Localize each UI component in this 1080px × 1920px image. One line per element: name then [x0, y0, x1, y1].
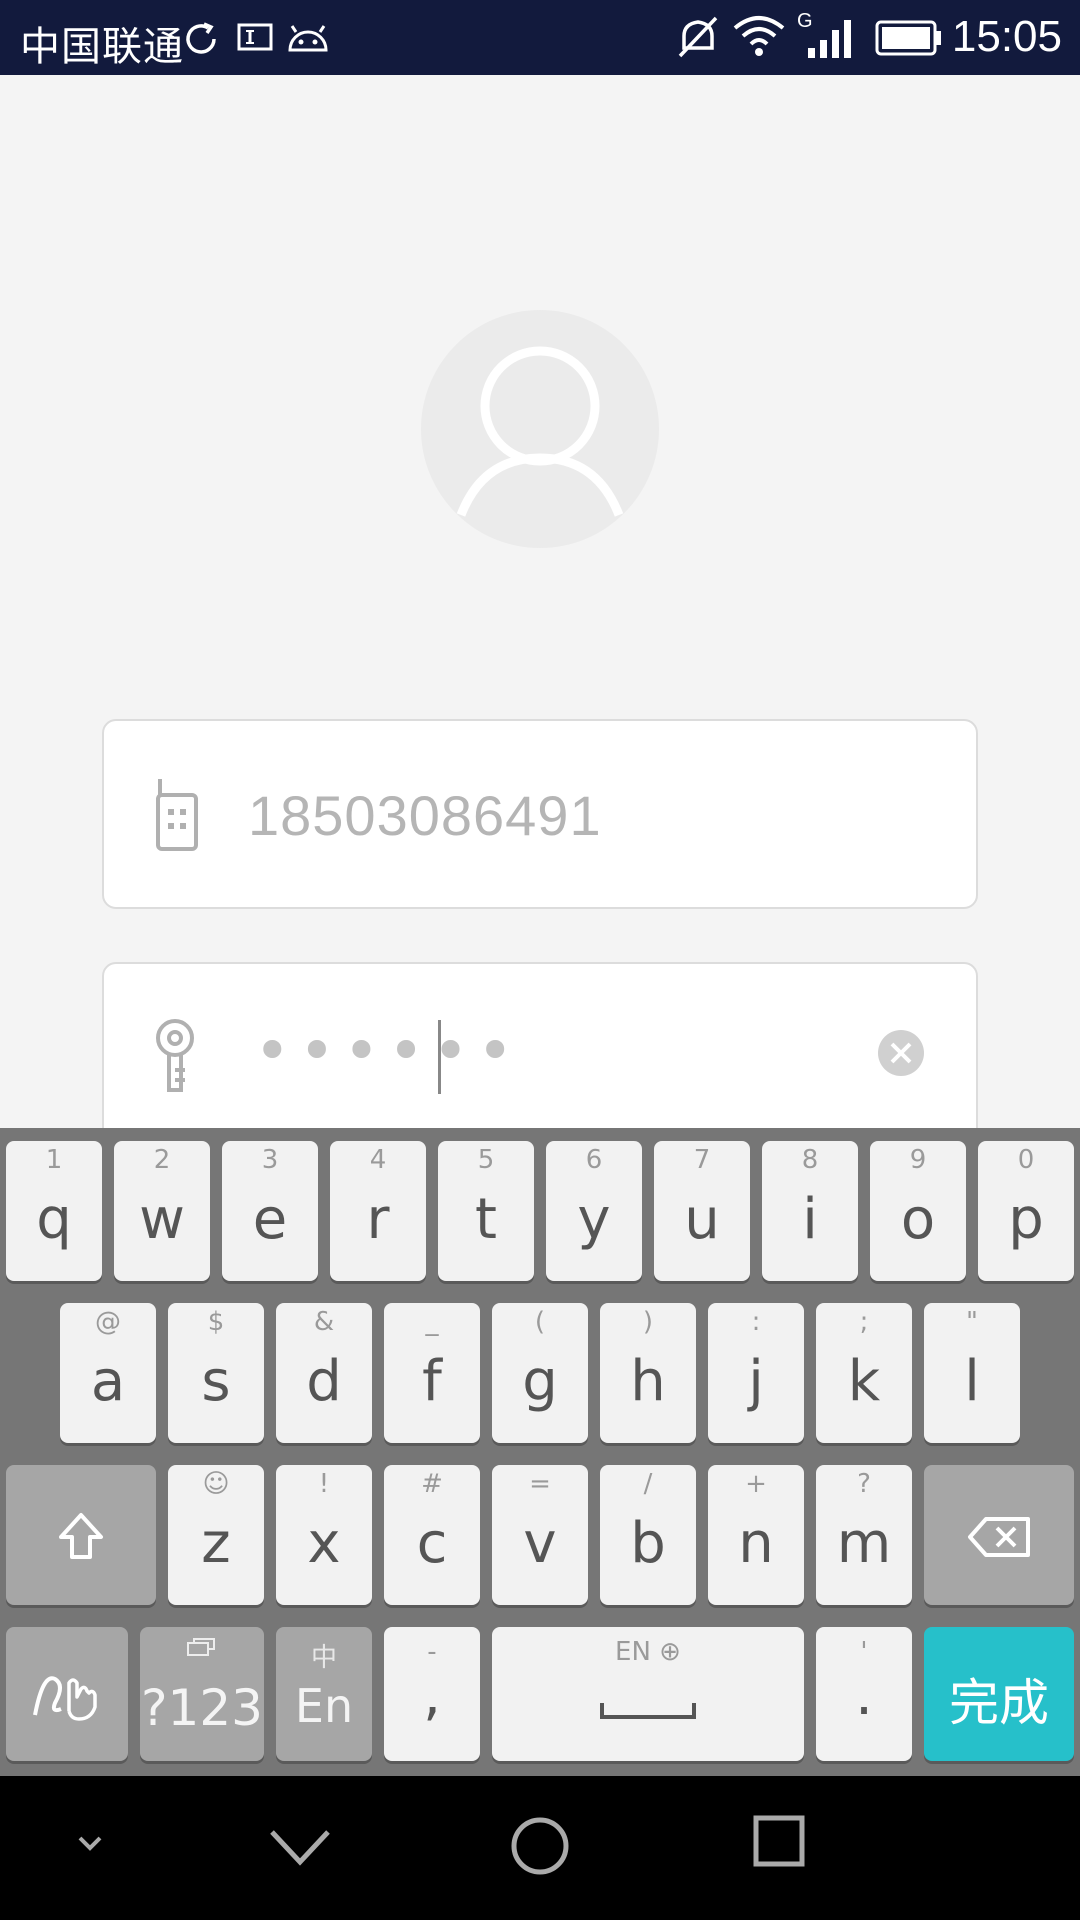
clear-icon [890, 1042, 912, 1064]
home-icon[interactable] [508, 1814, 572, 1878]
phone-icon [156, 779, 198, 851]
key-b[interactable]: / b [600, 1465, 696, 1605]
key-t[interactable]: 5t [438, 1141, 534, 1281]
key-q[interactable]: 1q [6, 1141, 102, 1281]
backspace-key[interactable] [924, 1465, 1074, 1605]
key-n[interactable]: + n [708, 1465, 804, 1605]
key-k[interactable]: ; k [816, 1303, 912, 1443]
key-m[interactable]: ? m [816, 1465, 912, 1605]
phone-input[interactable]: 18503086491 [248, 783, 602, 848]
key-f[interactable]: _ f [384, 1303, 480, 1443]
clear-button[interactable] [878, 1030, 924, 1076]
avatar[interactable] [421, 310, 659, 548]
key-x[interactable]: ! x [276, 1465, 372, 1605]
phone-field[interactable]: 18503086491 [102, 719, 978, 909]
space-bar-icon [600, 1703, 696, 1719]
key-y[interactable]: 6y [546, 1141, 642, 1281]
key-e[interactable]: 3e [222, 1141, 318, 1281]
key-o[interactable]: 9o [870, 1141, 966, 1281]
clipboard-icon [187, 1638, 215, 1656]
key-j[interactable]: :j [708, 1303, 804, 1443]
key-h[interactable]: ) h [600, 1303, 696, 1443]
key-d[interactable]: & d [276, 1303, 372, 1443]
key-z[interactable]: ☺ z [168, 1465, 264, 1605]
key-r[interactable]: 4r [330, 1141, 426, 1281]
backspace-icon [968, 1517, 1030, 1557]
key-v[interactable]: = v [492, 1465, 588, 1605]
handwriting-icon [33, 1676, 97, 1721]
space-key[interactable]: EN ⊕ [492, 1627, 804, 1761]
battery-icon [875, 20, 941, 56]
back-icon[interactable] [266, 1822, 334, 1870]
key-icon [156, 1019, 194, 1092]
key-i[interactable]: 8i [762, 1141, 858, 1281]
avatar-icon [456, 346, 624, 517]
navigation-bar [0, 1776, 1080, 1920]
key-s[interactable]: $ s [168, 1303, 264, 1443]
handwriting-key[interactable] [6, 1627, 128, 1761]
key-w[interactable]: 2w [114, 1141, 210, 1281]
text-cursor [438, 1020, 441, 1094]
symbols-key[interactable]: ?123 [140, 1627, 264, 1761]
recents-icon[interactable] [752, 1814, 806, 1868]
hide-keyboard-icon[interactable] [70, 1828, 110, 1858]
key-u[interactable]: 7u [654, 1141, 750, 1281]
key-period[interactable]: ' . [816, 1627, 912, 1761]
key-c[interactable]: # c [384, 1465, 480, 1605]
android-icon [288, 25, 328, 52]
wifi-icon [733, 16, 785, 56]
clock: 15:05 [951, 12, 1062, 61]
status-bar: 中国联通 G 15:05 [0, 0, 1080, 75]
key-l[interactable]: " l [924, 1303, 1020, 1443]
password-input[interactable]: •••••• [254, 1014, 521, 1087]
shift-icon [59, 1513, 103, 1559]
key-comma[interactable]: - , [384, 1627, 480, 1761]
sync-icon [186, 22, 216, 54]
shift-key[interactable] [6, 1465, 156, 1605]
carrier-name: 中国联通 [20, 24, 184, 70]
sim-card-icon [237, 23, 273, 51]
soft-keyboard: 1q 2w 3e 4r 5t 6y 7u 8i 9o 0p @ a $ s & d _… [0, 1128, 1080, 1776]
done-key[interactable]: 完成 [924, 1627, 1074, 1761]
key-p[interactable]: 0p [978, 1141, 1074, 1281]
mute-icon [678, 16, 718, 58]
key-g[interactable]: (g [492, 1303, 588, 1443]
signal-icon [808, 20, 851, 58]
key-a[interactable]: @ a [60, 1303, 156, 1443]
language-key[interactable]: 中 En [276, 1627, 372, 1761]
